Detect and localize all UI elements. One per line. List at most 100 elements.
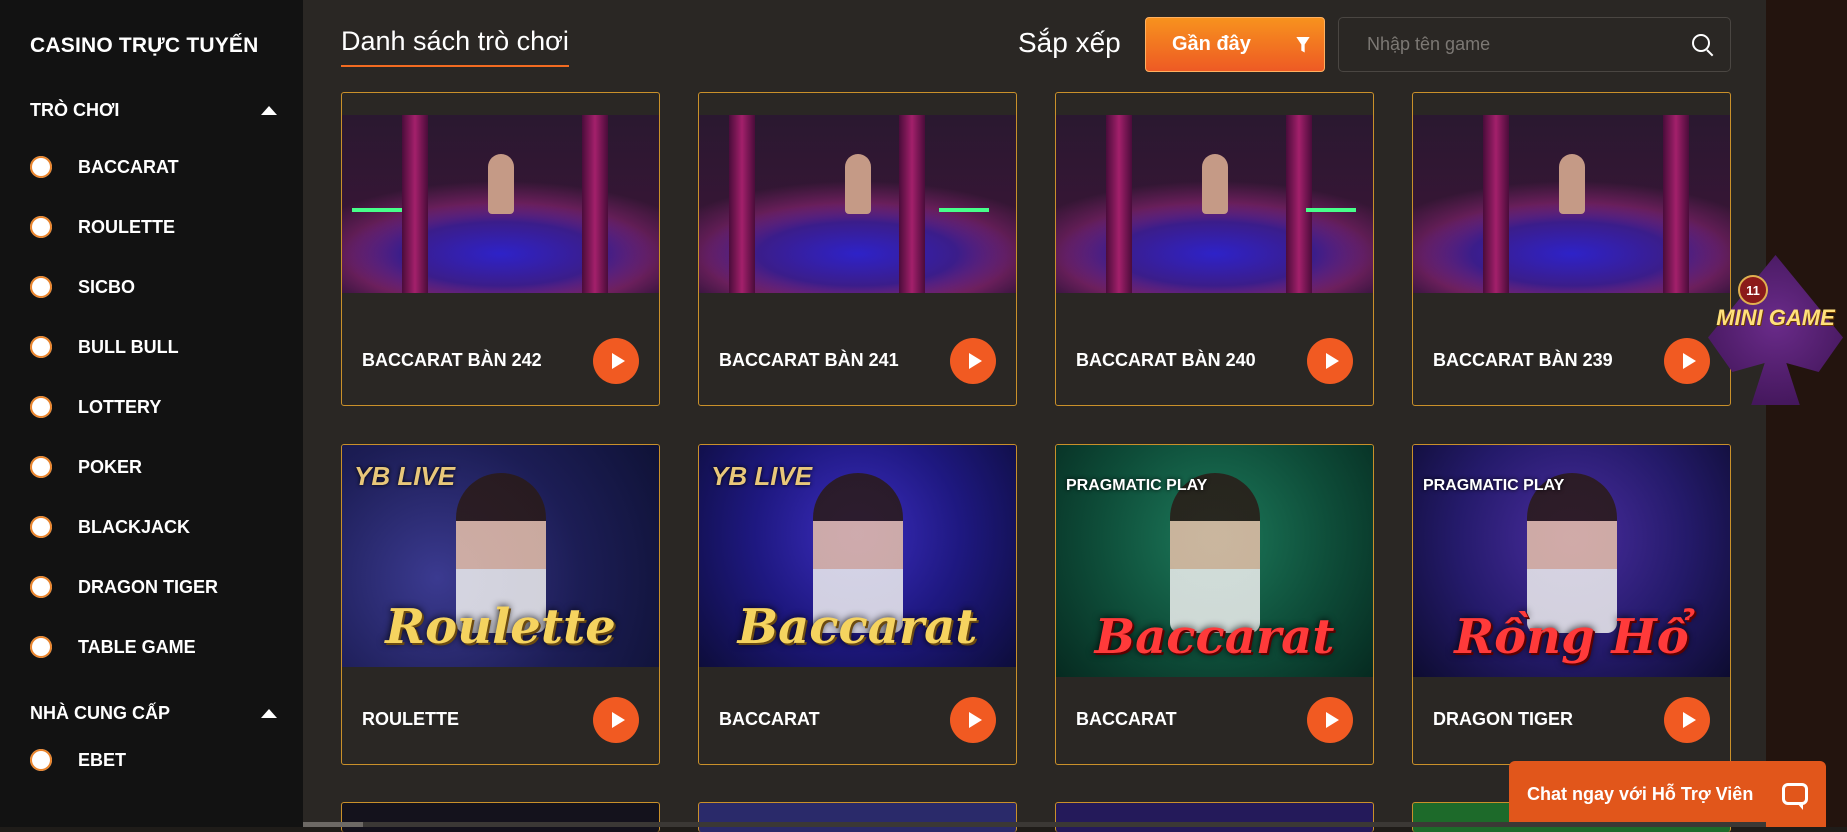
game-name: BACCARAT BÀN 242 <box>362 350 542 370</box>
main-content: Danh sách trò chơi Sắp xếp Gần đây BACCA… <box>303 0 1766 832</box>
game-thumbnail[interactable]: YB LIVE Roulette <box>342 445 659 667</box>
play-button[interactable] <box>950 338 996 384</box>
game-card[interactable]: PRAGMATIC PLAY Baccarat BACCARAT <box>1055 444 1374 765</box>
game-name: BACCARAT BÀN 239 <box>1433 350 1613 370</box>
provider-logo: YB LIVE <box>354 461 456 491</box>
radio-icon[interactable] <box>30 336 52 358</box>
play-button[interactable] <box>1664 697 1710 743</box>
game-card[interactable]: BACCARAT BÀN 239 <box>1412 92 1731 406</box>
horizontal-scrollbar[interactable] <box>303 822 1766 827</box>
game-card[interactable]: BACCARAT BÀN 240 <box>1055 92 1374 406</box>
mini-game-button[interactable]: 11 MINI GAME <box>1704 251 1847 409</box>
sort-label: Sắp xếp <box>1018 27 1121 58</box>
chat-bubble-icon <box>1782 783 1808 810</box>
mini-game-badge: 11 <box>1738 275 1768 305</box>
game-art-title: Rồng Hổ <box>1454 609 1689 665</box>
page-background-edge <box>1766 0 1847 827</box>
play-icon <box>1325 353 1339 369</box>
play-button[interactable] <box>950 697 996 743</box>
play-icon <box>968 353 982 369</box>
game-card[interactable]: YB LIVE Roulette ROULETTE <box>341 444 660 765</box>
providers-section-label: NHÀ CUNG CẤP <box>30 703 171 723</box>
game-card[interactable]: BACCARAT BÀN 242 <box>341 92 660 406</box>
play-icon <box>611 353 625 369</box>
game-name: BACCARAT <box>1076 709 1177 729</box>
game-thumbnail[interactable] <box>1413 115 1730 293</box>
filter-baccarat[interactable]: BACCARAT <box>30 137 303 197</box>
radio-icon[interactable] <box>30 576 52 598</box>
play-icon <box>1325 712 1339 728</box>
filter-sicbo[interactable]: SICBO <box>30 257 303 317</box>
game-art-title: Baccarat <box>1094 609 1335 665</box>
radio-icon[interactable] <box>30 276 52 298</box>
game-card[interactable]: YB LIVE Baccarat BACCARAT <box>698 444 1017 765</box>
game-thumbnail[interactable]: PRAGMATIC PLAY Rồng Hổ <box>1413 445 1730 677</box>
filter-label: SICBO <box>78 276 136 297</box>
chat-support-button[interactable]: Chat ngay với Hỗ Trợ Viên <box>1509 761 1826 827</box>
scrollbar-thumb[interactable] <box>303 822 363 827</box>
game-thumbnail[interactable]: YB LIVE Baccarat <box>699 445 1016 667</box>
play-icon <box>968 712 982 728</box>
games-section-header[interactable]: TRÒ CHƠI <box>30 100 303 121</box>
game-thumbnail[interactable]: PRAGMATIC PLAY Baccarat <box>1056 445 1373 677</box>
filter-bull-bull[interactable]: BULL BULL <box>30 317 303 377</box>
filter-label: EBET <box>78 749 127 770</box>
sidebar: CASINO TRỰC TUYẾN TRÒ CHƠI BACCARAT ROUL… <box>0 0 303 827</box>
provider-logo: PRAGMATIC PLAY <box>1423 477 1565 494</box>
play-button[interactable] <box>1664 338 1710 384</box>
play-icon <box>1682 353 1696 369</box>
play-icon <box>611 712 625 728</box>
mini-game-label: MINI GAME <box>1716 305 1835 330</box>
play-button[interactable] <box>593 697 639 743</box>
filter-roulette[interactable]: ROULETTE <box>30 197 303 257</box>
filter-label: TABLE GAME <box>78 636 196 657</box>
filter-table-game[interactable]: TABLE GAME <box>30 617 303 677</box>
search-input[interactable] <box>1365 33 1692 56</box>
radio-icon[interactable] <box>30 156 52 178</box>
game-thumbnail[interactable] <box>342 115 659 293</box>
search-icon[interactable] <box>1692 33 1714 56</box>
game-name: ROULETTE <box>362 709 459 729</box>
filter-dragon-tiger[interactable]: DRAGON TIGER <box>30 557 303 617</box>
game-name: BACCARAT BÀN 240 <box>1076 350 1256 370</box>
play-button[interactable] <box>1307 697 1353 743</box>
filter-label: ROULETTE <box>78 216 175 237</box>
filter-label: DRAGON TIGER <box>78 576 219 597</box>
filter-label: LOTTERY <box>78 396 162 417</box>
game-name: BACCARAT <box>719 709 820 729</box>
sidebar-title: CASINO TRỰC TUYẾN <box>30 34 259 57</box>
filter-poker[interactable]: POKER <box>30 437 303 497</box>
provider-logo: PRAGMATIC PLAY <box>1066 477 1208 494</box>
game-thumbnail[interactable] <box>699 115 1016 293</box>
game-art-title: Roulette <box>385 599 616 655</box>
collapse-arrow-icon[interactable] <box>261 709 277 718</box>
game-card[interactable]: PRAGMATIC PLAY Rồng Hổ DRAGON TIGER <box>1412 444 1731 765</box>
radio-icon[interactable] <box>30 456 52 478</box>
filter-blackjack[interactable]: BLACKJACK <box>30 497 303 557</box>
providers-section-header[interactable]: NHÀ CUNG CẤP <box>30 703 303 724</box>
filter-icon <box>1296 36 1310 53</box>
radio-icon[interactable] <box>30 516 52 538</box>
filter-provider-ebet[interactable]: EBET <box>30 730 303 790</box>
game-thumbnail[interactable] <box>1056 115 1373 293</box>
play-button[interactable] <box>593 338 639 384</box>
spade-icon <box>1708 255 1843 405</box>
filter-lottery[interactable]: LOTTERY <box>30 377 303 437</box>
game-card[interactable] <box>1055 802 1374 832</box>
game-card[interactable]: BACCARAT BÀN 241 <box>698 92 1017 406</box>
sort-dropdown[interactable]: Gần đây <box>1145 17 1325 72</box>
radio-icon[interactable] <box>30 749 52 771</box>
collapse-arrow-icon[interactable] <box>261 106 277 115</box>
search-box <box>1338 17 1731 72</box>
radio-icon[interactable] <box>30 216 52 238</box>
sort-value: Gần đây <box>1172 33 1251 55</box>
play-button[interactable] <box>1307 338 1353 384</box>
game-card[interactable] <box>341 802 660 832</box>
filter-label: BACCARAT <box>78 156 179 177</box>
providers-filter-list: EBET <box>30 730 303 790</box>
radio-icon[interactable] <box>30 636 52 658</box>
chat-label: Chat ngay với Hỗ Trợ Viên <box>1527 783 1754 804</box>
game-card[interactable] <box>698 802 1017 832</box>
radio-icon[interactable] <box>30 396 52 418</box>
game-name: DRAGON TIGER <box>1433 709 1574 729</box>
